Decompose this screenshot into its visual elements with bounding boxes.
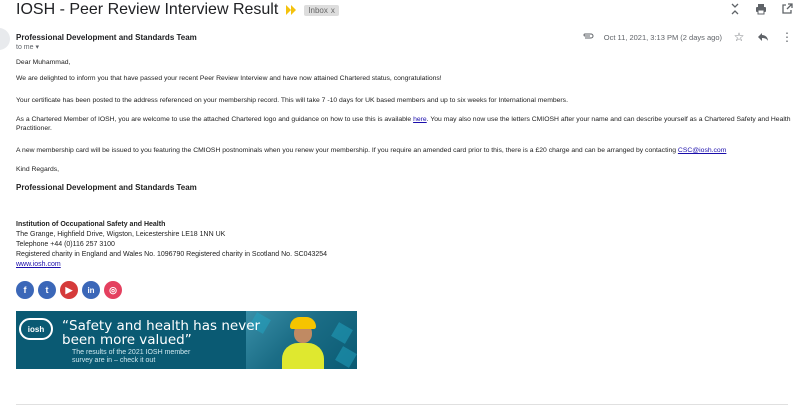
importance-marker-icon[interactable] [286, 5, 298, 15]
facebook-icon[interactable]: f [16, 281, 34, 299]
print-icon[interactable] [754, 2, 768, 16]
signature: Professional Development and Standards T… [16, 183, 197, 192]
hard-hat [290, 317, 316, 329]
collapse-icon[interactable] [728, 2, 742, 16]
membership-card-text: A new membership card will be issued to … [16, 147, 678, 154]
banner-headline-line2: been more valued” [62, 332, 192, 348]
paragraph-membership-card: A new membership card will be issued to … [16, 146, 726, 155]
sender-name[interactable]: Professional Development and Standards T… [16, 33, 197, 42]
email-subject: IOSH - Peer Review Interview Result [16, 1, 279, 18]
banner-subtext-line2: survey are in – check it out [72, 357, 156, 364]
inbox-label-chip[interactable]: Inbox x [304, 4, 339, 16]
banner-headline-line1: “Safety and health has never [62, 318, 261, 334]
closing: Kind Regards, [16, 166, 60, 173]
footer-address: The Grange, Highfield Drive, Wigston, Le… [16, 231, 226, 238]
remove-label-icon[interactable]: x [331, 6, 335, 15]
instagram-icon[interactable]: ◎ [104, 281, 122, 299]
star-icon[interactable]: ☆ [732, 30, 746, 44]
footer-org-name: Institution of Occupational Safety and H… [16, 221, 166, 228]
social-links: f t ▶ in ◎ [16, 281, 122, 299]
subject-bar: IOSH - Peer Review Interview Result Inbo… [16, 0, 339, 20]
open-new-window-icon[interactable] [780, 2, 794, 16]
thread-actions [728, 2, 794, 16]
message-date[interactable]: Oct 11, 2021, 3:13 PM (2 days ago) [604, 33, 722, 42]
chevron-down-icon: ▾ [35, 44, 40, 51]
youtube-icon[interactable]: ▶ [60, 281, 78, 299]
paragraph-result: We are delighted to inform you that have… [16, 75, 442, 82]
email-footer: Institution of Occupational Safety and H… [16, 220, 327, 270]
inbox-label-text: Inbox [308, 5, 328, 15]
csc-email-link[interactable]: CSC@iosh.com [678, 147, 726, 154]
banner-headline: “Safety and health has never been more v… [62, 319, 260, 347]
iosh-logo: iosh [19, 318, 53, 340]
worker-vest [282, 343, 324, 369]
greeting: Dear Muhammad, [16, 59, 71, 66]
reply-icon[interactable] [756, 30, 770, 44]
sender-avatar[interactable] [0, 28, 10, 50]
website-link[interactable]: www.iosh.com [16, 261, 61, 268]
message-meta: Oct 11, 2021, 3:13 PM (2 days ago) ☆ ⋮ [582, 30, 794, 44]
banner-subtext-line1: The results of the 2021 IOSH member [72, 349, 191, 356]
footer-charity: Registered charity in England and Wales … [16, 251, 328, 258]
guidance-link[interactable]: here [413, 116, 427, 123]
attachment-icon [582, 32, 594, 42]
paragraph-certificate: Your certificate has been posted to the … [16, 97, 568, 104]
paragraph-chartered-logo: As a Chartered Member of IOSH, you are w… [16, 115, 791, 133]
survey-banner[interactable]: iosh “Safety and health has never been m… [16, 311, 357, 369]
twitter-icon[interactable]: t [38, 281, 56, 299]
recipient-text: to me [16, 43, 34, 51]
banner-subtext: The results of the 2021 IOSH member surv… [72, 349, 190, 365]
message-divider [16, 404, 788, 405]
footer-phone: Telephone +44 (0)116 257 3100 [16, 241, 115, 248]
chartered-logo-text: As a Chartered Member of IOSH, you are w… [16, 116, 414, 123]
recipient-dropdown[interactable]: to me ▾ [16, 43, 40, 52]
sender-row: Professional Development and Standards T… [16, 30, 794, 44]
linkedin-icon[interactable]: in [82, 281, 100, 299]
more-vert-icon[interactable]: ⋮ [780, 30, 794, 44]
